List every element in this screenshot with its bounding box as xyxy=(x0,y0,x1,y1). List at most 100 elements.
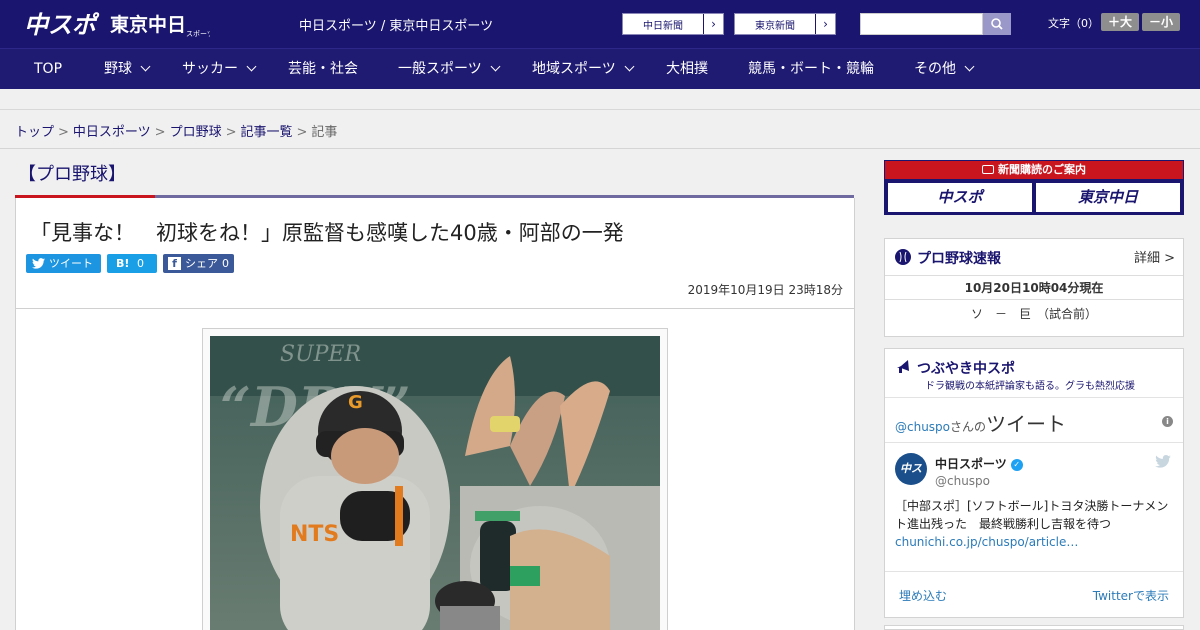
baseball-icon xyxy=(895,249,911,265)
score-row[interactable]: ソ － 巨 （試合前） xyxy=(885,305,1183,322)
subscribe-tokyo-chunichi-button[interactable]: 東京中日 xyxy=(1036,183,1180,212)
nav-item-regional-sports[interactable]: 地域スポーツ xyxy=(532,49,635,90)
nav-label: その他 xyxy=(914,61,956,77)
nav-label: TOP xyxy=(34,61,63,77)
subscription-heading: 新聞購読のご案内 xyxy=(885,161,1183,179)
ext-link-label: 中日新聞 xyxy=(643,21,683,32)
facebook-share-button[interactable]: f シェア 0 xyxy=(163,254,234,273)
tweets-by-header: @chuspoさんのツイート xyxy=(895,408,1066,437)
breadcrumb-article-list[interactable]: 記事一覧 xyxy=(241,125,293,140)
nav-item-entertainment[interactable]: 芸能・社会 xyxy=(288,49,358,90)
baseball-scores-widget: プロ野球速報 詳細 > 10月20日10時04分現在 ソ － 巨 （試合前） xyxy=(884,238,1184,337)
breadcrumb-pro-baseball[interactable]: プロ野球 xyxy=(170,125,222,140)
verified-badge-icon: ✓ xyxy=(1010,458,1023,471)
chevron-down-icon xyxy=(490,61,501,72)
tweets-title: つぶやき中スポ xyxy=(917,361,1015,377)
article-divider xyxy=(16,308,854,309)
tweet-author-handle[interactable]: @chuspo xyxy=(935,474,990,488)
tokyo-logo-sub: スポーツ xyxy=(186,30,210,38)
breadcrumb-separator: > xyxy=(296,125,308,140)
divider xyxy=(885,442,1183,443)
subscribe-chuspo-button[interactable]: 中スポ xyxy=(888,183,1032,212)
chunichi-shimbun-link[interactable]: 中日新聞 › xyxy=(622,13,724,35)
tokyo-shimbun-link[interactable]: 東京新聞 › xyxy=(734,13,836,35)
header-spacer xyxy=(0,89,1200,110)
tweet-text: ［中部スポ］[ソフトボール]トヨタ決勝トーナメント進出残った 最終戦勝利し吉報を… xyxy=(895,497,1177,551)
nav-item-baseball[interactable]: 野球 xyxy=(104,49,151,90)
section-title: 【プロ野球】 xyxy=(18,164,126,185)
breadcrumb-separator: > xyxy=(225,125,237,140)
tweets-subtitle[interactable]: ドラ観戦の本紙評論家も語る。グラも熱烈応援 xyxy=(925,377,1135,392)
breadcrumb: トップ > 中日スポーツ > プロ野球 > 記事一覧 > 記事 xyxy=(0,110,1200,149)
nav-label: 競馬・ボート・競輪 xyxy=(748,61,874,77)
twitter-bird-icon[interactable] xyxy=(1155,455,1171,468)
svg-text:G: G xyxy=(348,392,363,413)
view-on-twitter-link[interactable]: Twitterで表示 xyxy=(1093,587,1169,604)
nav-label: 大相撲 xyxy=(666,61,708,77)
nav-label: 芸能・社会 xyxy=(288,61,358,77)
nav-item-other[interactable]: その他 xyxy=(914,49,975,90)
divider xyxy=(885,571,1183,572)
font-size-increase-button[interactable]: ＋大 xyxy=(1101,13,1139,31)
main-nav: TOP 野球 サッカー 芸能・社会 一般スポーツ 地域スポーツ 大相撲 競馬・ボ… xyxy=(0,48,1200,89)
hatena-count: 0 xyxy=(137,257,144,270)
nav-item-top[interactable]: TOP xyxy=(34,49,62,90)
nav-item-sumo[interactable]: 大相撲 xyxy=(666,49,708,90)
chevron-down-icon xyxy=(246,61,257,72)
nav-label: 野球 xyxy=(104,61,132,77)
twitter-bird-icon xyxy=(32,258,45,269)
breadcrumb-top[interactable]: トップ xyxy=(15,125,54,140)
scores-detail-link[interactable]: 詳細 > xyxy=(1134,247,1175,266)
tweet-label: ツイート xyxy=(49,257,93,270)
next-widget-edge xyxy=(884,625,1184,630)
tweet-author-name[interactable]: 中日スポーツ ✓ xyxy=(935,455,1023,472)
info-icon[interactable]: i xyxy=(1162,416,1173,427)
article-photo[interactable]: SUPER “DRY” G NTS xyxy=(210,336,660,630)
site-header: 中スポ 東京中日 スポーツ 中日スポーツ / 東京中日スポーツ 中日新聞 › 東… xyxy=(0,0,1200,48)
avatar[interactable]: 中ス xyxy=(895,453,927,485)
tokyo-chunichi-logo[interactable]: 東京中日 スポーツ xyxy=(110,12,210,38)
font-size-decrease-button[interactable]: －小 xyxy=(1142,13,1180,31)
subscription-title: 新聞購読のご案内 xyxy=(998,163,1086,176)
search-icon xyxy=(991,18,1003,30)
ext-link-label: 東京新聞 xyxy=(755,21,795,32)
tweet-button[interactable]: ツイート xyxy=(26,254,101,273)
embed-link[interactable]: 埋め込む xyxy=(899,587,947,604)
chevron-down-icon xyxy=(964,61,975,72)
chevron-right-icon: › xyxy=(815,14,835,34)
publish-date: 2019年10月19日 23時18分 xyxy=(687,283,843,297)
tweet-link[interactable]: chunichi.co.jp/chuspo/article… xyxy=(895,535,1078,549)
scores-title: プロ野球速報 xyxy=(917,251,1001,267)
scores-timestamp: 10月20日10時04分現在 xyxy=(885,275,1183,300)
chuspo-logo[interactable]: 中スポ xyxy=(24,8,100,40)
twitter-handle-link[interactable]: @chuspo xyxy=(895,420,950,434)
facebook-icon: f xyxy=(168,257,181,270)
site-title[interactable]: 中日スポーツ / 東京中日スポーツ xyxy=(299,15,493,34)
newspaper-subscription-banner[interactable]: 新聞購読のご案内 中スポ 東京中日 xyxy=(884,160,1184,215)
nav-item-racing[interactable]: 競馬・ボート・競輪 xyxy=(748,49,874,90)
nav-label: 一般スポーツ xyxy=(398,61,482,77)
font-size-label: 文字（0） xyxy=(1048,17,1099,30)
facebook-share-count: 0 xyxy=(222,257,229,270)
breadcrumb-chunichi-sports[interactable]: 中日スポーツ xyxy=(73,125,151,140)
hatena-icon: B! xyxy=(116,257,130,270)
facebook-share-label: シェア xyxy=(185,257,218,270)
search-input[interactable] xyxy=(860,13,983,35)
svg-text:SUPER: SUPER xyxy=(280,342,361,367)
article-headline: 「見事な！ 初球をね！」原監督も感嘆した40歳・阿部の一発 xyxy=(30,221,624,245)
divider xyxy=(885,397,1183,398)
chevron-right-icon: › xyxy=(703,14,723,34)
twitter-widget: つぶやき中スポ ドラ観戦の本紙評論家も語る。グラも熱烈応援 @chuspoさんの… xyxy=(884,348,1184,618)
baseball-players-photo: SUPER “DRY” G NTS xyxy=(210,336,660,630)
tokyo-logo-text: 東京中日 xyxy=(110,13,186,36)
search-button[interactable] xyxy=(983,13,1011,35)
chevron-down-icon xyxy=(140,61,151,72)
hatena-bookmark-button[interactable]: B! 0 xyxy=(107,254,157,273)
breadcrumb-separator: > xyxy=(58,125,69,140)
breadcrumb-current: 記事 xyxy=(311,125,338,140)
nav-label: サッカー xyxy=(182,61,238,77)
chevron-down-icon xyxy=(624,61,635,72)
breadcrumb-separator: > xyxy=(154,125,166,140)
nav-item-soccer[interactable]: サッカー xyxy=(182,49,257,90)
nav-item-general-sports[interactable]: 一般スポーツ xyxy=(398,49,501,90)
